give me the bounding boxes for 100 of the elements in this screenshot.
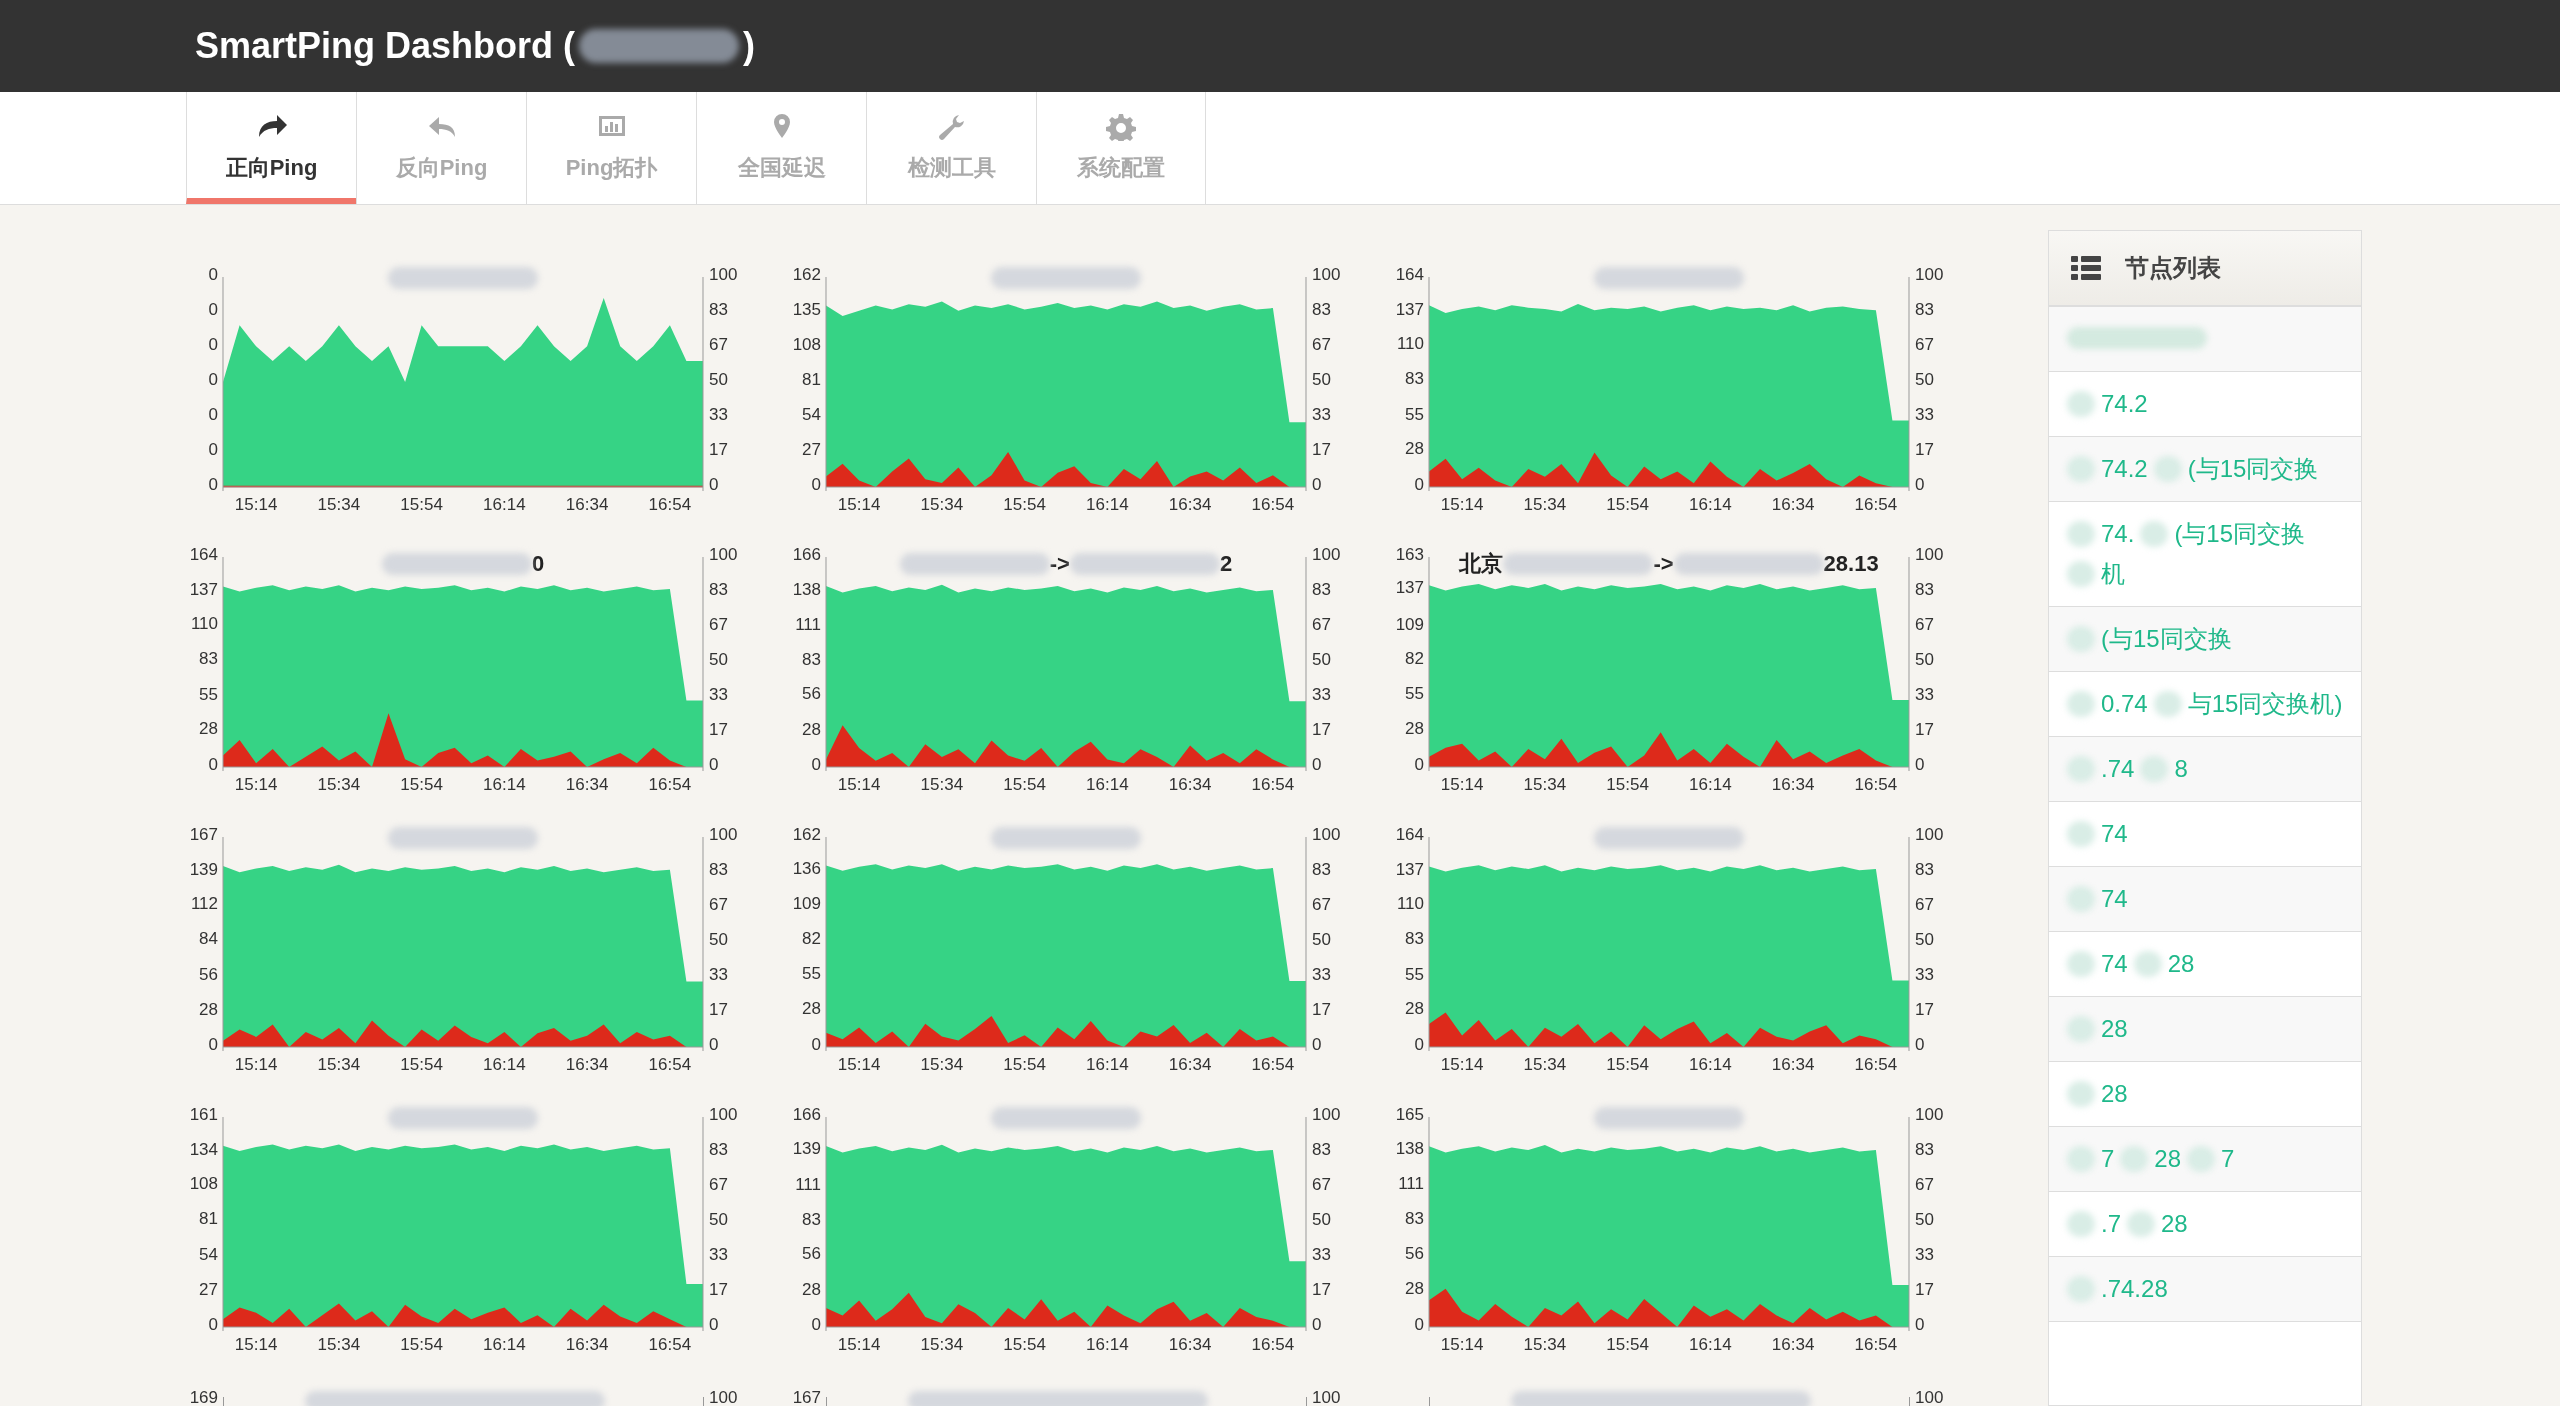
y-tick-label: 56 [802, 684, 821, 704]
x-tick-label: 16:34 [1168, 775, 1212, 794]
y-tick-label: 17 [709, 1280, 728, 1299]
y-tick-label: 169 [188, 1387, 218, 1406]
y-tick-label: 17 [1312, 1280, 1331, 1299]
panel-title: 节点列表 [2125, 253, 2221, 283]
y-tick-label: 33 [1312, 405, 1331, 424]
y-tick-label: 134 [189, 1140, 218, 1160]
y-tick-label: 83 [1312, 1140, 1331, 1159]
y-tick-label: 112 [190, 894, 218, 914]
y-tick-label: 28 [1405, 718, 1424, 738]
y-tick-label: 83 [1405, 928, 1424, 948]
x-tick-label: 15:34 [920, 1335, 964, 1354]
y-tick-label: 33 [1915, 1245, 1934, 1264]
y-tick-label: 0 [208, 440, 218, 459]
node-link[interactable]: 74.2 (与15同交换 [2049, 437, 2361, 502]
y-tick-label: 17 [1915, 720, 1934, 739]
y-tick-label: 0 [811, 475, 821, 494]
y-tick-label: 0 [1312, 755, 1322, 774]
y-tick-label: 83 [709, 1140, 728, 1159]
y-tick-label: 83 [199, 648, 218, 668]
nav-tab[interactable]: Ping拓扑 [526, 92, 696, 204]
nav-tab[interactable]: 正向Ping [186, 92, 356, 204]
y-tick-label: 139 [189, 860, 218, 880]
y-tick-label: 0 [1915, 475, 1925, 494]
x-tick-label: 16:54 [648, 1335, 692, 1354]
y-tick-label: 108 [792, 335, 821, 354]
x-tick-label: 16:14 [1689, 495, 1732, 514]
y-tick-label: 55 [1405, 964, 1424, 984]
x-tick-label: 15:54 [1606, 1055, 1649, 1074]
y-tick-label: 33 [709, 405, 728, 424]
x-tick-label: 16:14 [1086, 1055, 1129, 1074]
y-tick-label: 135 [792, 300, 821, 319]
node-link[interactable]: .74 8 [2049, 737, 2361, 802]
y-tick-label: 67 [1915, 615, 1934, 634]
y-tick-label: 83 [709, 860, 728, 879]
y-tick-label: 0 [208, 265, 218, 284]
y-tick-label: 0 [208, 405, 218, 424]
x-tick-label: 15:14 [234, 1335, 278, 1354]
y-tick-label: 55 [199, 684, 218, 704]
y-tick-label: 0 [208, 370, 218, 389]
node-link[interactable]: 7 28 7 [2049, 1127, 2361, 1192]
y-tick-label: 33 [1312, 1245, 1331, 1264]
nav-tab[interactable]: 全国延迟 [696, 92, 866, 204]
y-tick-label: 0 [811, 1315, 821, 1334]
node-link[interactable]: (与15同交换 [2049, 607, 2361, 672]
x-tick-label: 16:14 [483, 1335, 526, 1354]
y-tick-label: 50 [1312, 1210, 1331, 1229]
y-tick-label: 50 [709, 370, 728, 389]
x-tick-label: 15:14 [234, 1055, 278, 1074]
y-tick-label: 50 [1915, 650, 1934, 669]
y-tick-label: 84 [199, 929, 218, 949]
y-tick-label: 82 [802, 928, 821, 948]
y-tick-label: 164 [1395, 265, 1424, 284]
y-tick-label: 0 [811, 1035, 821, 1054]
y-tick-label: 83 [1312, 860, 1331, 879]
x-tick-label: 15:34 [317, 775, 361, 794]
y-tick-label: 167 [189, 825, 218, 844]
y-tick-label: 0 [208, 755, 218, 774]
y-tick-label: 50 [1312, 370, 1331, 389]
x-tick-label: 16:34 [1168, 495, 1212, 514]
node-link[interactable] [2049, 307, 2361, 372]
y-tick-label: 28 [1405, 1279, 1424, 1299]
x-tick-label: 16:54 [648, 775, 692, 794]
y-tick-label: 83 [1405, 1209, 1424, 1229]
y-tick-label: 100 [1312, 825, 1341, 844]
nav-tab[interactable]: 系统配置 [1036, 92, 1206, 204]
y-tick-label: 0 [208, 300, 218, 319]
y-tick-label: 83 [802, 650, 821, 669]
y-tick-label: 83 [1915, 1140, 1934, 1159]
y-tick-label: 100 [709, 825, 738, 844]
y-tick-label: 67 [1915, 335, 1934, 354]
nav-tab[interactable]: 反向Ping [356, 92, 526, 204]
y-tick-label: 54 [199, 1244, 218, 1264]
y-tick-label: 33 [709, 1245, 728, 1264]
x-tick-label: 16:54 [648, 1055, 692, 1074]
y-tick-label: 55 [1405, 684, 1424, 704]
y-tick-label: 100 [1312, 545, 1341, 564]
x-tick-label: 15:54 [1003, 775, 1046, 794]
y-tick-label: 110 [190, 614, 218, 634]
y-tick-label: 111 [1398, 1173, 1424, 1193]
y-tick-label: 50 [1312, 650, 1331, 669]
y-tick-label: 50 [1915, 930, 1934, 949]
y-tick-label: 83 [1915, 860, 1934, 879]
y-tick-label: 33 [1915, 685, 1934, 704]
node-link[interactable]: 74 [2049, 867, 2361, 932]
y-tick-label: 67 [709, 895, 728, 914]
y-tick-label: 33 [709, 965, 728, 984]
y-tick-label: 67 [709, 615, 728, 634]
x-tick-label: 16:34 [565, 1055, 609, 1074]
x-tick-label: 15:54 [1606, 775, 1649, 794]
y-tick-label: 67 [1915, 1175, 1934, 1194]
nav-tab[interactable]: 检测工具 [866, 92, 1036, 204]
node-link[interactable]: .74.28 [2049, 1257, 2361, 1322]
y-tick-label: 166 [792, 545, 821, 564]
x-tick-label: 15:34 [920, 1055, 964, 1074]
node-link[interactable]: 28 [2049, 997, 2361, 1062]
y-tick-label: 83 [1915, 300, 1934, 319]
y-tick-label: 28 [1405, 999, 1424, 1019]
y-tick-label: 100 [1312, 265, 1341, 284]
